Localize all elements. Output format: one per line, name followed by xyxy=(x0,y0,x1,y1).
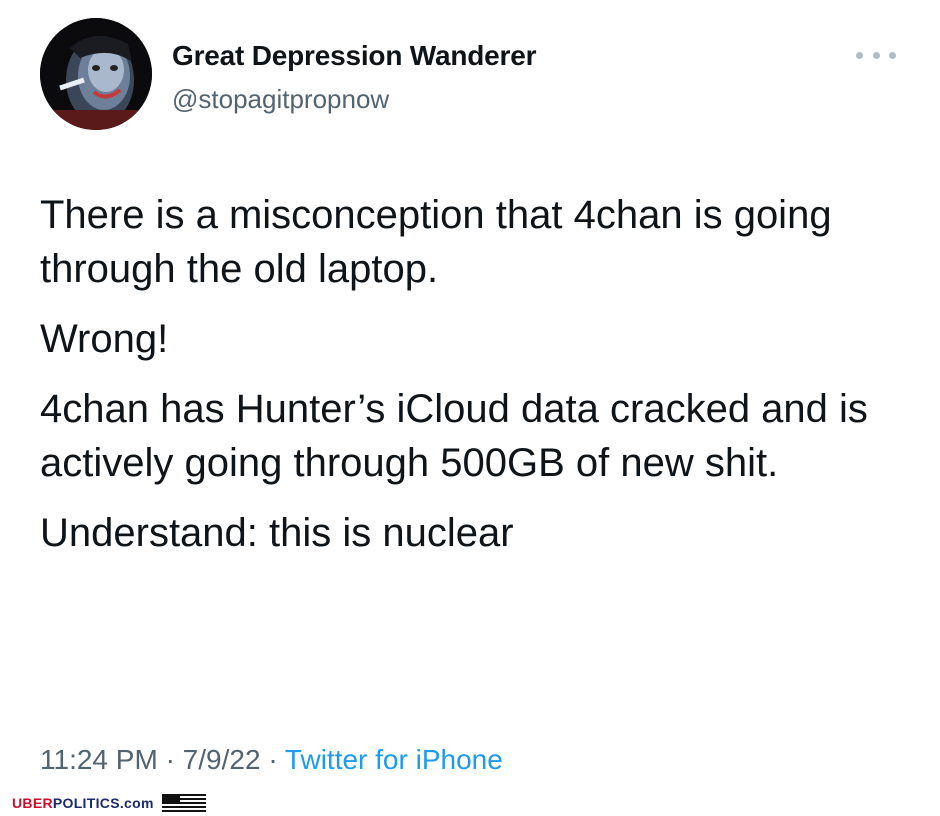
watermark: UBERPOLITICS.com xyxy=(12,794,206,812)
author-display-name[interactable]: Great Depression Wanderer xyxy=(172,40,537,72)
watermark-text: UBERPOLITICS.com xyxy=(12,795,154,811)
tweet-metadata: 11:24 PM · 7/9/22 · Twitter for iPhone xyxy=(40,744,503,776)
tweet-paragraph: 4chan has Hunter’s iCloud data cracked a… xyxy=(40,387,868,485)
tweet-card: Great Depression Wanderer @stopagitpropn… xyxy=(0,0,940,816)
us-flag-icon xyxy=(161,794,206,812)
more-horizontal-icon[interactable] xyxy=(856,45,896,65)
separator: · xyxy=(268,744,278,775)
tweet-source[interactable]: Twitter for iPhone xyxy=(285,744,503,775)
separator: · xyxy=(165,744,175,775)
dot xyxy=(872,51,880,59)
tweet-text: There is a misconception that 4chan is g… xyxy=(40,188,920,560)
tweet-date[interactable]: 7/9/22 xyxy=(183,744,261,775)
watermark-uber: UBER xyxy=(12,795,53,811)
tweet-paragraph: Wrong! xyxy=(40,317,169,361)
tweet-paragraph: There is a misconception that 4chan is g… xyxy=(40,193,832,291)
avatar[interactable] xyxy=(40,18,152,130)
dot xyxy=(889,51,896,59)
watermark-rest: POLITICS.com xyxy=(52,795,154,811)
author-handle[interactable]: @stopagitpropnow xyxy=(172,84,389,115)
tweet-paragraph: Understand: this is nuclear xyxy=(40,511,514,555)
avatar-image xyxy=(40,18,152,130)
dot xyxy=(856,51,863,59)
tweet-time[interactable]: 11:24 PM xyxy=(40,744,158,775)
